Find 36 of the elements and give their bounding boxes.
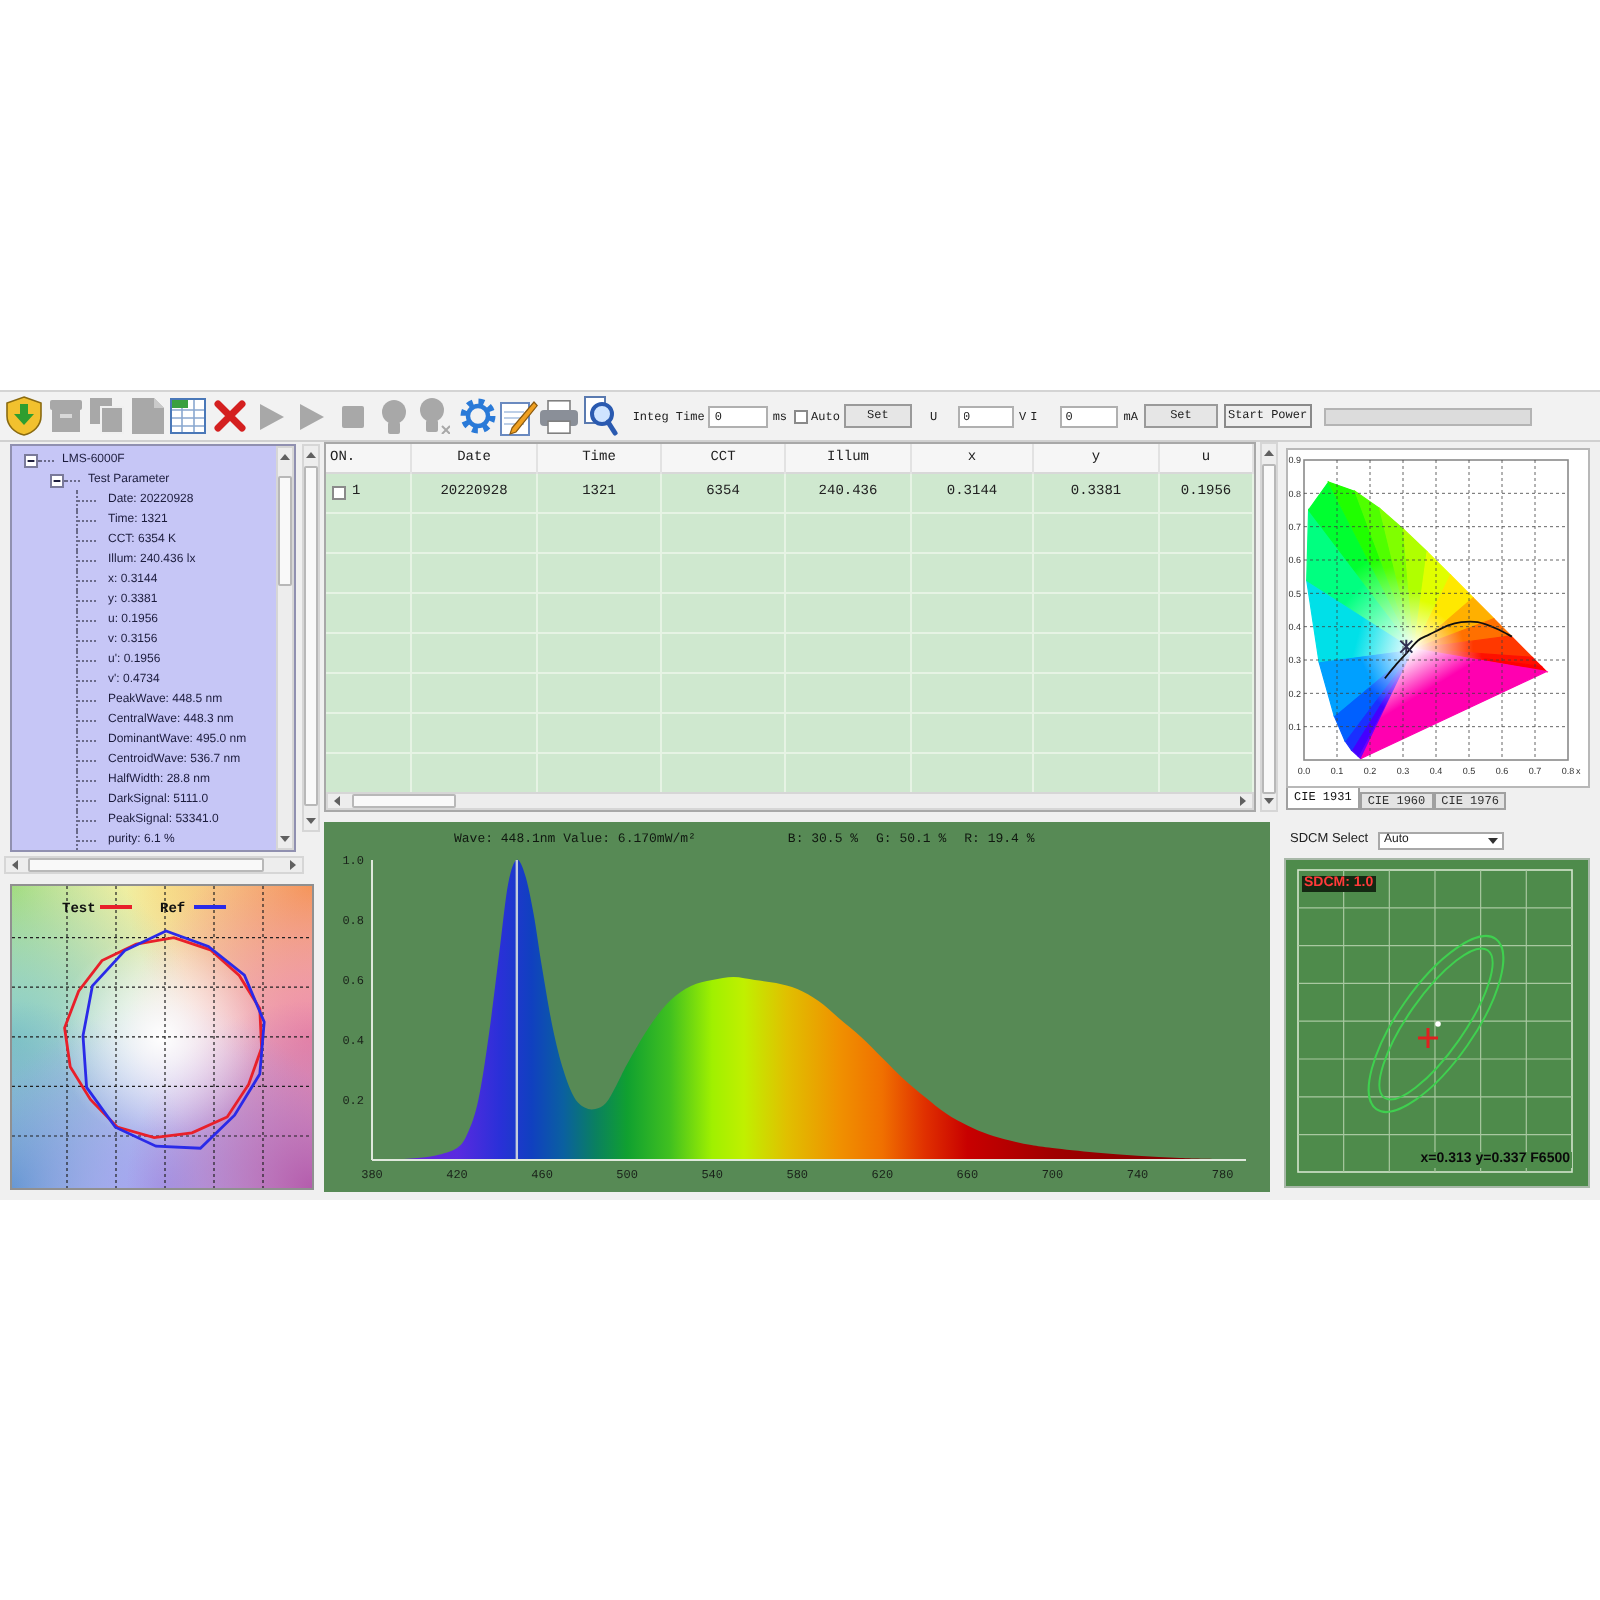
caret-down-icon xyxy=(1488,837,1499,843)
caret-up-icon[interactable] xyxy=(1264,450,1274,456)
spreadsheet-icon[interactable] xyxy=(170,398,207,434)
caret-right-icon[interactable] xyxy=(290,860,296,870)
scrollbar-thumb[interactable] xyxy=(352,794,456,808)
planckian-locus-line xyxy=(1383,620,1513,680)
vertical-scrollbar[interactable] xyxy=(302,444,320,832)
caret-right-icon[interactable] xyxy=(1240,796,1246,806)
caret-up-icon[interactable] xyxy=(306,452,316,458)
caret-left-icon[interactable] xyxy=(12,860,18,870)
caret-down-icon[interactable] xyxy=(1264,798,1274,804)
scrollbar-thumb[interactable] xyxy=(1262,464,1276,794)
pencil-notepad-icon[interactable] xyxy=(499,397,538,435)
minus-box-icon[interactable] xyxy=(50,473,64,487)
caret-down-icon[interactable] xyxy=(306,818,316,824)
caret-left-icon[interactable] xyxy=(334,796,340,806)
target-dot-icon xyxy=(1435,1021,1441,1027)
auto-checkbox[interactable] xyxy=(793,409,808,423)
row-checkbox[interactable] xyxy=(332,486,346,500)
caret-down-icon[interactable] xyxy=(280,836,290,842)
search-icon[interactable] xyxy=(583,396,618,436)
scrollbar-thumb[interactable] xyxy=(28,858,264,872)
gear-icon[interactable] xyxy=(459,398,496,434)
vertical-scrollbar[interactable] xyxy=(1260,442,1278,812)
shield-arrow-icon[interactable] xyxy=(6,396,42,436)
measured-point-marker xyxy=(1399,638,1414,655)
scrollbar-thumb[interactable] xyxy=(304,466,318,806)
x-mark-icon[interactable] xyxy=(213,400,246,432)
printer-icon[interactable] xyxy=(540,399,579,433)
minus-box-icon[interactable] xyxy=(24,453,38,467)
vertical-scrollbar[interactable] xyxy=(276,446,294,850)
horizontal-scrollbar[interactable] xyxy=(4,856,304,874)
horizontal-scrollbar[interactable] xyxy=(326,792,1254,810)
cross-marker-icon xyxy=(1416,1026,1440,1050)
caret-up-icon[interactable] xyxy=(280,454,290,460)
scrollbar-thumb[interactable] xyxy=(278,476,292,586)
